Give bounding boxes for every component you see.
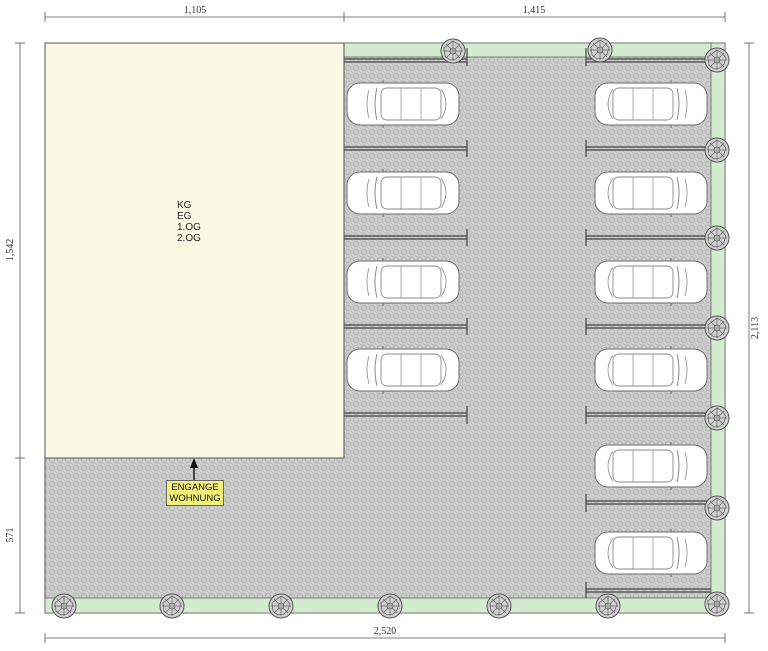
tree-icon: [704, 495, 730, 521]
car-icon: [594, 257, 708, 307]
dimension-left-lower: 571: [5, 528, 16, 543]
floor-list: KG EG 1.OG 2.OG: [177, 200, 201, 244]
dimension-left-upper: 1,542: [5, 239, 16, 262]
tree-icon: [587, 37, 613, 63]
tree-icon: [268, 593, 294, 619]
tree-icon: [51, 593, 77, 619]
car-icon: [346, 345, 460, 395]
car-icon: [594, 441, 708, 491]
tree-icon: [595, 593, 621, 619]
floor-label: EG: [177, 211, 192, 222]
tree-icon: [440, 38, 466, 64]
tree-icon: [704, 591, 730, 617]
car-icon: [594, 168, 708, 218]
tree-icon: [704, 405, 730, 431]
tree-icon: [704, 225, 730, 251]
green-strip-top: [343, 42, 726, 58]
dimension-bottom: 2,520: [374, 626, 397, 637]
tree-icon: [704, 315, 730, 341]
tree-icon: [159, 593, 185, 619]
building: [44, 42, 345, 459]
dimension-top-left: 1,105: [184, 5, 207, 16]
dimension-top-right: 1,415: [523, 5, 546, 16]
floor-label: 2.OG: [177, 233, 201, 244]
entrance-label-line2: WOHNUNG: [169, 493, 221, 504]
entrance-label-line1: ENGANGE: [171, 482, 219, 493]
tree-icon: [704, 137, 730, 163]
site-plan: 1,105 1,415 1,542 571 2,113 2,520: [5, 5, 761, 643]
car-icon: [346, 168, 460, 218]
entrance-tag: ENGANGE WOHNUNG: [166, 480, 224, 506]
floor-label: KG: [177, 200, 192, 211]
tree-icon: [486, 593, 512, 619]
car-icon: [346, 79, 460, 129]
car-icon: [594, 79, 708, 129]
floor-label: 1.OG: [177, 222, 201, 233]
tree-icon: [377, 593, 403, 619]
car-icon: [346, 257, 460, 307]
dimension-right: 2,113: [750, 317, 761, 339]
car-icon: [594, 528, 708, 578]
car-icon: [594, 345, 708, 395]
tree-icon: [704, 47, 730, 73]
